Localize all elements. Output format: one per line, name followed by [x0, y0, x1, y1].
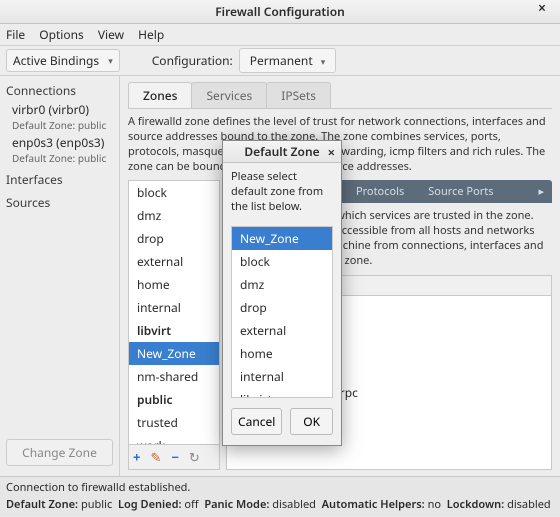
dialog-prompt: Please select default zone from the list… [223, 163, 341, 220]
zone-item[interactable]: public [129, 388, 219, 411]
window-close-icon[interactable]: × [538, 2, 554, 18]
zone-list-toolbar: + ✎ − ↻ [128, 445, 220, 470]
zone-item[interactable]: New_Zone [129, 342, 219, 365]
dialog-zone-list[interactable]: New_Zoneblockdmzdropexternalhomeinternal… [231, 226, 333, 398]
dialog-zone-item[interactable]: libvirt [232, 388, 332, 398]
zone-item[interactable]: external [129, 250, 219, 273]
dialog-title: Default Zone [244, 143, 319, 160]
tab-ipsets[interactable]: IPSets [266, 82, 331, 108]
zone-item[interactable]: drop [129, 227, 219, 250]
menu-view[interactable]: View [98, 26, 124, 43]
connection-zone-sub: Default Zone: public [6, 151, 113, 165]
zone-item[interactable]: nm-shared [129, 365, 219, 388]
window-titlebar: Firewall Configuration × [0, 0, 560, 24]
subtab-protocols[interactable]: Protocols [344, 180, 416, 203]
configuration-value: Permanent [250, 52, 313, 69]
dialog-zone-item[interactable]: home [232, 342, 332, 365]
status-summary: Default Zone: public Log Denied: off Pan… [6, 497, 554, 514]
connection-item[interactable]: virbr0 (virbr0) [6, 99, 113, 118]
toolbar: Active Bindings Configuration: Permanent [0, 46, 560, 76]
zone-reload-icon[interactable]: ↻ [189, 448, 200, 466]
dialog-close-icon[interactable]: × [328, 143, 335, 161]
window-title: Firewall Configuration [215, 3, 345, 20]
zone-add-icon[interactable]: + [133, 448, 140, 466]
top-tabs: Zones Services IPSets [128, 82, 552, 109]
dialog-zone-item[interactable]: drop [232, 296, 332, 319]
sidebar-interfaces-header: Interfaces [6, 171, 113, 188]
zone-item[interactable]: libvirt [129, 319, 219, 342]
change-zone-button[interactable]: Change Zone [6, 439, 113, 466]
dialog-zone-item[interactable]: block [232, 250, 332, 273]
menu-help[interactable]: Help [138, 26, 164, 43]
active-bindings-label: Active Bindings [13, 52, 99, 69]
zone-list[interactable]: blockdmzdropexternalhomeinternallibvirtN… [128, 180, 220, 445]
tab-zones[interactable]: Zones [128, 82, 192, 108]
dialog-button-row: Cancel OK [223, 398, 341, 445]
sidebar-connections-header: Connections [6, 82, 113, 99]
cancel-button[interactable]: Cancel [231, 408, 282, 435]
zone-item[interactable]: home [129, 273, 219, 296]
configuration-label: Configuration: [152, 52, 233, 69]
status-connection: Connection to firewalld established. [6, 480, 554, 497]
configuration-combo[interactable]: Permanent [239, 48, 337, 73]
ok-button[interactable]: OK [290, 408, 333, 435]
zone-item[interactable]: block [129, 181, 219, 204]
default-zone-dialog: Default Zone × Please select default zon… [222, 140, 342, 446]
connection-zone-sub: Default Zone: public [6, 118, 113, 132]
zone-item[interactable]: internal [129, 296, 219, 319]
subtab-source-ports[interactable]: Source Ports [416, 180, 505, 203]
dialog-zone-item[interactable]: dmz [232, 273, 332, 296]
zone-item[interactable]: trusted [129, 411, 219, 434]
dialog-zone-item[interactable]: internal [232, 365, 332, 388]
menu-options[interactable]: Options [39, 26, 84, 43]
dialog-zone-item[interactable]: external [232, 319, 332, 342]
dialog-zone-item[interactable]: New_Zone [232, 227, 332, 250]
menu-file[interactable]: File [6, 26, 25, 43]
sidebar: Connections virbr0 (virbr0) Default Zone… [0, 76, 120, 476]
subtab-more-icon[interactable]: ▸ [530, 180, 552, 203]
tab-services[interactable]: Services [191, 82, 267, 108]
connection-item[interactable]: enp0s3 (enp0s3) [6, 132, 113, 151]
zone-remove-icon[interactable]: − [171, 448, 179, 466]
zone-edit-icon[interactable]: ✎ [150, 448, 161, 466]
dialog-titlebar: Default Zone × [223, 141, 341, 163]
sidebar-sources-header: Sources [6, 194, 113, 211]
zone-item[interactable]: dmz [129, 204, 219, 227]
active-bindings-expander[interactable]: Active Bindings [6, 49, 120, 72]
menubar: File Options View Help [0, 24, 560, 46]
zone-item[interactable]: work [129, 434, 219, 445]
statusbar: Connection to firewalld established. Def… [0, 476, 560, 516]
